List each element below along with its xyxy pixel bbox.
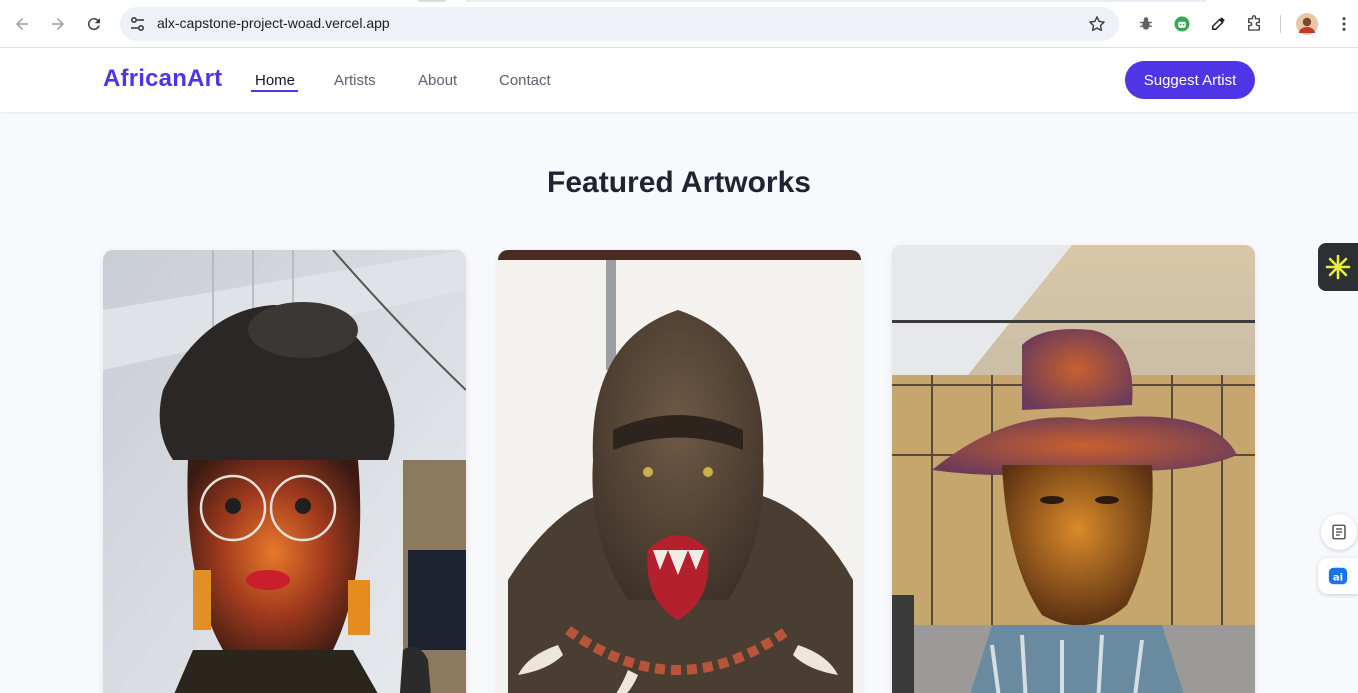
avatar[interactable] (1296, 13, 1318, 35)
bug-icon[interactable] (1135, 13, 1157, 35)
artwork-card[interactable] (892, 245, 1255, 693)
nav-about[interactable]: About (418, 72, 457, 89)
nav-artists[interactable]: Artists (334, 72, 376, 89)
arrow-right-icon (52, 18, 64, 30)
address-bar[interactable]: alx-capstone-project-woad.vercel.app (120, 7, 1119, 41)
notes-icon[interactable] (1321, 514, 1357, 550)
kebab-menu-icon[interactable] (1333, 13, 1355, 35)
back-button[interactable] (10, 12, 34, 36)
site-logo[interactable]: AfricanArt (103, 65, 222, 93)
browser-toolbar: alx-capstone-project-woad.vercel.app (0, 0, 1358, 48)
tab-strip-edge (466, 0, 1206, 2)
toolbar-separator (1280, 15, 1281, 33)
robot-icon[interactable] (1171, 13, 1193, 35)
nav-home[interactable]: Home (255, 72, 295, 89)
svg-text:ai: ai (1333, 573, 1343, 584)
sparkle-icon[interactable] (1318, 243, 1358, 291)
suggest-artist-button[interactable]: Suggest Artist (1125, 61, 1255, 99)
reload-icon (87, 18, 100, 31)
artwork-card[interactable] (103, 250, 466, 693)
tab-indicator (418, 0, 446, 2)
url-text[interactable]: alx-capstone-project-woad.vercel.app (157, 15, 390, 31)
nav-contact[interactable]: Contact (499, 72, 551, 89)
section-title: Featured Artworks (547, 166, 811, 199)
puzzle-icon[interactable] (1243, 13, 1265, 35)
star-icon[interactable] (1087, 14, 1107, 34)
ai-icon[interactable]: ai (1318, 558, 1358, 594)
artwork-image-man-hat (892, 245, 1255, 693)
eyedropper-icon[interactable] (1207, 13, 1229, 35)
reload-button[interactable] (82, 12, 106, 36)
arrow-left-icon (16, 18, 28, 30)
tune-icon[interactable] (128, 14, 148, 34)
artwork-image-gorilla (498, 250, 861, 693)
artwork-card[interactable] (498, 250, 861, 693)
nav-active-underline (251, 90, 298, 92)
artwork-image-woman (103, 250, 466, 693)
forward-button[interactable] (46, 12, 70, 36)
